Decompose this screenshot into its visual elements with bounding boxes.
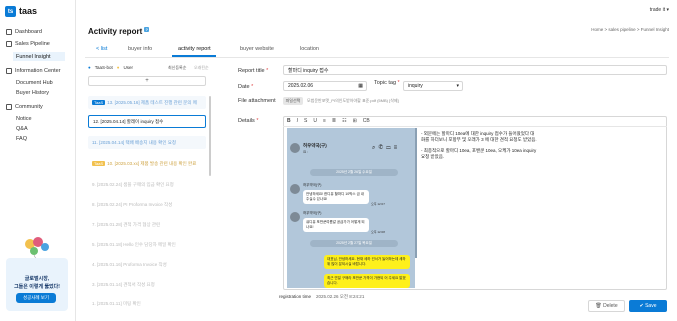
sidebar-item-community[interactable]: Community <box>6 104 43 110</box>
pipeline-icon <box>6 41 12 47</box>
divider <box>85 57 669 58</box>
underline-button[interactable]: U <box>313 118 317 124</box>
user-dot-icon: ● <box>116 65 120 70</box>
list-item[interactable]: 11. [2025.04.14] 택배 배송지 내용 확인 요청 <box>88 136 206 149</box>
sidebar-item-dashboard[interactable]: Dashboard <box>6 29 42 35</box>
attached-file[interactable]: 모범운반포맷_PI의인도받아야할 표준.pdf (5MB) [삭제] <box>307 98 399 104</box>
promo-line1: 글로벌시장, <box>24 276 50 282</box>
app-name: taas <box>19 6 38 16</box>
promo-button[interactable]: 성공사례 보기 <box>16 293 56 303</box>
editor-toolbar: B I S U ≡ ≣ ☷ ⊞ CB <box>283 116 667 127</box>
chat-action-icons: ⌕✆▭≡ <box>372 145 401 151</box>
sidebar-item-notice[interactable]: Notice <box>16 116 32 122</box>
save-icon: ✔ <box>639 303 644 309</box>
registration-time-label: registration time <box>279 294 312 299</box>
list-item[interactable]: TaaS 13. [2025.05.16] 제품 테스트 진행 관련 문의 메 <box>88 96 206 109</box>
tab-buyer-info[interactable]: buyer info <box>128 46 152 52</box>
delete-button[interactable]: 🗑 Delete <box>588 300 625 312</box>
page-title: Activity report ? <box>88 27 149 36</box>
sidebar-item-funnel-insight[interactable]: Funnel Insight <box>13 52 65 61</box>
user-menu[interactable]: trade it ▾ <box>650 7 669 13</box>
ordered-list-button[interactable]: ☷ <box>342 118 346 124</box>
sort-oldest[interactable]: 오래된순 <box>194 65 209 71</box>
list-button[interactable]: ≣ <box>332 118 336 124</box>
list-item[interactable]: 9. [2025.02.24] 샘플 구매의 입금 확인 요청 <box>88 178 206 191</box>
chevron-down-icon: ▾ <box>456 83 459 89</box>
sidebar-item-sales-pipeline[interactable]: Sales Pipeline <box>6 41 50 47</box>
avatar <box>290 212 300 222</box>
report-title-label: Report title * <box>238 68 269 74</box>
taas-bot-dot-icon: ● <box>88 65 91 70</box>
sidebar-item-faq[interactable]: FAQ <box>16 136 27 142</box>
italic-button[interactable]: I <box>297 118 298 124</box>
promo-line2: 그들은 이렇게 뚫었다! <box>14 284 60 290</box>
save-button[interactable]: ✔ Save <box>629 300 667 312</box>
code-block-button[interactable]: CB <box>363 118 370 124</box>
chat-subtitle: 요 : <box>303 150 309 154</box>
chat-date-separator: 2025년 2월 26일 수요일 <box>310 169 398 176</box>
file-attachment-label: File attachment <box>238 98 276 104</box>
report-title-input[interactable]: 할마디 inquiry 접수 <box>283 65 667 75</box>
dashboard-icon <box>6 29 12 35</box>
avatar <box>290 184 300 194</box>
chat-message-sent: 대표님, 안녕하세요. 현재 세하 건서가 놀어하는데 세하 위 많이 분되시실… <box>324 255 410 269</box>
bold-button[interactable]: B <box>287 118 291 124</box>
list-scrollbar[interactable] <box>209 96 211 176</box>
sidebar-item-document-hub[interactable]: Document Hub <box>16 80 53 86</box>
topic-tag-label: Topic tag * <box>374 80 400 86</box>
list-item[interactable]: 8. [2025.02.24] PI Proforma Invoice 작성 <box>88 198 206 211</box>
list-item[interactable]: 5. [2025.01.18] Hello 인수 담당자 메일 확인 <box>88 238 206 251</box>
info-badge-icon: ? <box>144 27 149 32</box>
list-item-selected[interactable]: 12. [2025.04.14] 할레이 inquiry 접수 <box>88 115 206 128</box>
topic-tag-select[interactable]: inquiry ▾ <box>403 81 463 91</box>
file-select-button[interactable]: 파일선택 <box>283 97 303 105</box>
tab-buyer-website[interactable]: buyer website <box>240 46 274 52</box>
editor-scrollbar[interactable] <box>415 128 417 258</box>
add-report-button[interactable]: + <box>88 76 206 86</box>
sidebar-item-information-center[interactable]: Information Center <box>6 68 61 74</box>
list-item[interactable]: 4. [2025.01.16] Proforma Invoice 작성 <box>88 258 206 271</box>
date-picker[interactable]: 2025.02.06 ▦ <box>283 81 367 91</box>
chat-message: 안녕하세요! 한디유 할마디 10박스 금 내주실수 있나요! <box>303 190 369 204</box>
tab-list[interactable]: < list <box>96 46 107 52</box>
date-label: Date * <box>238 84 254 90</box>
sidebar-item-buyer-history[interactable]: Buyer History <box>16 90 49 96</box>
chat-sender: 허우약국(구) <box>303 211 322 215</box>
breadcrumb: Home > sales pipeline > Funnel Insight <box>591 27 669 32</box>
strike-button[interactable]: S <box>304 118 307 124</box>
sidebar: ts taas Dashboard Sales Pipeline Funnel … <box>0 0 76 321</box>
chat-title: 허우약국(구) <box>303 143 327 148</box>
chat-time: 오후 12:08 <box>371 230 385 234</box>
chat-sender: 허우약국(구) <box>303 183 322 187</box>
sort-newest[interactable]: 최신등록순 <box>168 65 186 71</box>
avatar <box>290 143 300 153</box>
list-item[interactable]: 1. [2025.01.11] 미팅 확인 <box>88 297 206 310</box>
chat-message-sent: 최근 연일 구매라 포반쿤 가격이 가현되 어 주세요 알겠습니다. <box>324 274 410 288</box>
tab-activity-report[interactable]: activity report <box>178 46 211 52</box>
chat-header <box>287 128 415 140</box>
tab-location[interactable]: location <box>300 46 319 52</box>
calendar-icon: ▦ <box>358 83 363 89</box>
logo-icon: ts <box>5 6 16 17</box>
list-item[interactable]: TaaS 10. [2025.03.xx] 제품 발송 관련 내용 확인 완료 <box>88 157 206 170</box>
chat-date-separator: 2025년 2월 27일 목요일 <box>310 240 398 247</box>
list-item[interactable]: 7. [2025.01.28] 견적 가격 협상 관련 <box>88 218 206 231</box>
sidebar-item-qna[interactable]: Q&A <box>16 126 28 132</box>
list-item[interactable]: 3. [2025.01.14] 견적서 작성 요청 <box>88 278 206 291</box>
chat-time: 오후 12:07 <box>371 202 385 206</box>
chat-message: 큐디유 포반쿤여름갈 공급가가 어떻게 되나요! <box>303 218 369 232</box>
community-icon <box>6 104 12 110</box>
details-label: Details * <box>238 118 259 124</box>
registration-time-value: 2025.02.26 오전 8:24:21 <box>316 294 365 299</box>
trash-icon: 🗑 <box>595 303 602 309</box>
image-button[interactable]: ⊞ <box>353 118 357 124</box>
info-icon <box>6 68 12 74</box>
details-notes: - 외문에는 할마디 10ea에 대한 inquiry 접수가 들어왔었다 대 … <box>421 131 537 159</box>
legend: ● TaaS-bot ● User <box>88 65 133 70</box>
align-button[interactable]: ≡ <box>323 118 326 124</box>
